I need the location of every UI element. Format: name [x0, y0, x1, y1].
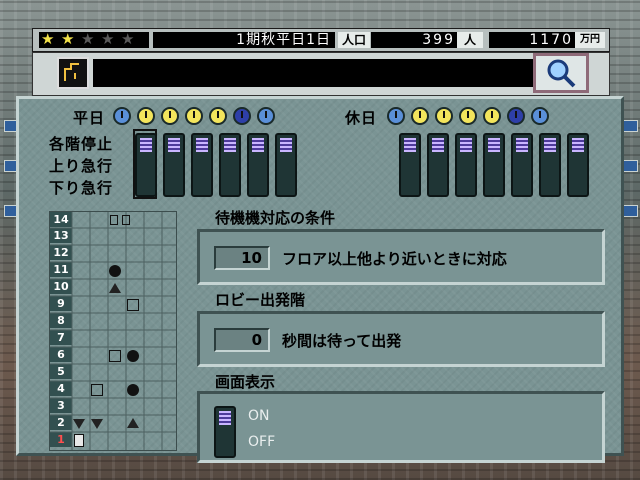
clock-icon[interactable] — [257, 107, 275, 125]
waiting-floor-input[interactable]: 10 — [214, 246, 270, 270]
waiting-condition-panel: 10 フロア以上他より近いときに対応 — [197, 229, 605, 285]
clock-icon[interactable] — [411, 107, 429, 125]
elevator-car-icon[interactable] — [91, 384, 103, 396]
population-label: 人口 — [338, 32, 370, 48]
star-icon: ★ — [81, 30, 95, 48]
clock-icon[interactable] — [233, 107, 251, 125]
building-window — [622, 205, 638, 217]
lobby-departure-title: ロビー出発階 — [215, 291, 306, 309]
waiting-passenger-icon — [127, 350, 139, 362]
elevator-floor-chart: 14 13 12 11 10 9 8 7 6 5 4 3 2 1 — [49, 211, 177, 451]
clock-icon[interactable] — [209, 107, 227, 125]
clock-icon[interactable] — [113, 107, 131, 125]
message-bar — [93, 59, 559, 87]
elevator-car-icon[interactable] — [122, 215, 130, 225]
down-arrow-icon — [73, 419, 85, 429]
game-date: 1期秋平日1日 — [153, 32, 335, 48]
weekday-mode-slider[interactable] — [135, 133, 157, 197]
clock-icon[interactable] — [483, 107, 501, 125]
weekday-mode-slider[interactable] — [191, 133, 213, 197]
waiting-passenger-icon — [127, 384, 139, 396]
holiday-mode-slider[interactable] — [455, 133, 477, 197]
clock-icon[interactable] — [137, 107, 155, 125]
holiday-label: 休日 — [345, 109, 378, 127]
elevator-car-icon[interactable] — [74, 434, 84, 447]
elevator-car-icon[interactable] — [109, 350, 121, 362]
population-value: 399 — [371, 32, 457, 48]
weekday-mode-slider[interactable] — [219, 133, 241, 197]
weekday-mode-slider[interactable] — [275, 133, 297, 197]
funds-value: 1170 — [489, 32, 575, 48]
holiday-mode-slider[interactable] — [511, 133, 533, 197]
elevator-settings-panel: 平日 休日 各階停止 上り急行 下り急行 14 13 12 11 10 9 8 … — [16, 96, 624, 463]
star-icon: ★ — [41, 30, 55, 48]
weekday-mode-slider[interactable] — [163, 133, 185, 197]
elevator-route-icon[interactable] — [57, 57, 89, 89]
mode-label-local: 各階停止 — [49, 135, 114, 153]
building-window — [622, 120, 638, 132]
weekday-mode-slider[interactable] — [247, 133, 269, 197]
lobby-departure-panel: 0 秒間は待って出発 — [197, 311, 605, 367]
star-icon: ★ — [101, 30, 115, 48]
clock-icon[interactable] — [459, 107, 477, 125]
tower-rating: ★ ★ ★ ★ ★ — [39, 30, 149, 48]
magnifier-icon — [547, 59, 576, 88]
display-toggle[interactable] — [214, 406, 236, 458]
clock-icon[interactable] — [507, 107, 525, 125]
holiday-mode-slider[interactable] — [399, 133, 421, 197]
building-window — [622, 160, 638, 172]
holiday-mode-slider[interactable] — [427, 133, 449, 197]
star-icon: ★ — [121, 30, 135, 48]
lobby-departure-text: 秒間は待って出発 — [282, 332, 402, 350]
clock-icon[interactable] — [161, 107, 179, 125]
star-icon: ★ — [61, 30, 75, 48]
display-panel: ON OFF — [197, 391, 605, 463]
mode-label-down-express: 下り急行 — [49, 179, 114, 197]
waiting-condition-title: 待機機対応の条件 — [215, 209, 336, 227]
waiting-passenger-icon — [109, 265, 121, 277]
lobby-wait-seconds-input[interactable]: 0 — [214, 328, 270, 352]
weekday-label: 平日 — [73, 109, 106, 127]
up-arrow-icon — [127, 418, 139, 428]
holiday-mode-slider[interactable] — [539, 133, 561, 197]
holiday-mode-slider[interactable] — [567, 133, 589, 197]
clock-icon[interactable] — [387, 107, 405, 125]
waiting-condition-text: フロア以上他より近いときに対応 — [282, 250, 507, 268]
clock-icon[interactable] — [435, 107, 453, 125]
population-unit: 人 — [457, 32, 483, 48]
elevator-car-icon[interactable] — [110, 215, 118, 225]
magnifier-button[interactable] — [533, 53, 589, 93]
status-bar: ★ ★ ★ ★ ★ 1期秋平日1日 人口 399 人 1170 万円 — [32, 28, 610, 52]
clock-icon[interactable] — [185, 107, 203, 125]
elevator-car-icon[interactable] — [127, 299, 139, 311]
mode-label-up-express: 上り急行 — [49, 157, 114, 175]
holiday-mode-slider[interactable] — [483, 133, 505, 197]
clock-icon[interactable] — [531, 107, 549, 125]
down-arrow-icon — [91, 419, 103, 429]
up-arrow-icon — [109, 283, 121, 293]
display-off-label: OFF — [248, 434, 276, 450]
display-on-label: ON — [248, 408, 270, 424]
funds-unit: 万円 — [575, 32, 605, 48]
display-title: 画面表示 — [215, 373, 276, 391]
floor-chart-grid — [50, 212, 176, 450]
toolbar — [32, 52, 610, 96]
